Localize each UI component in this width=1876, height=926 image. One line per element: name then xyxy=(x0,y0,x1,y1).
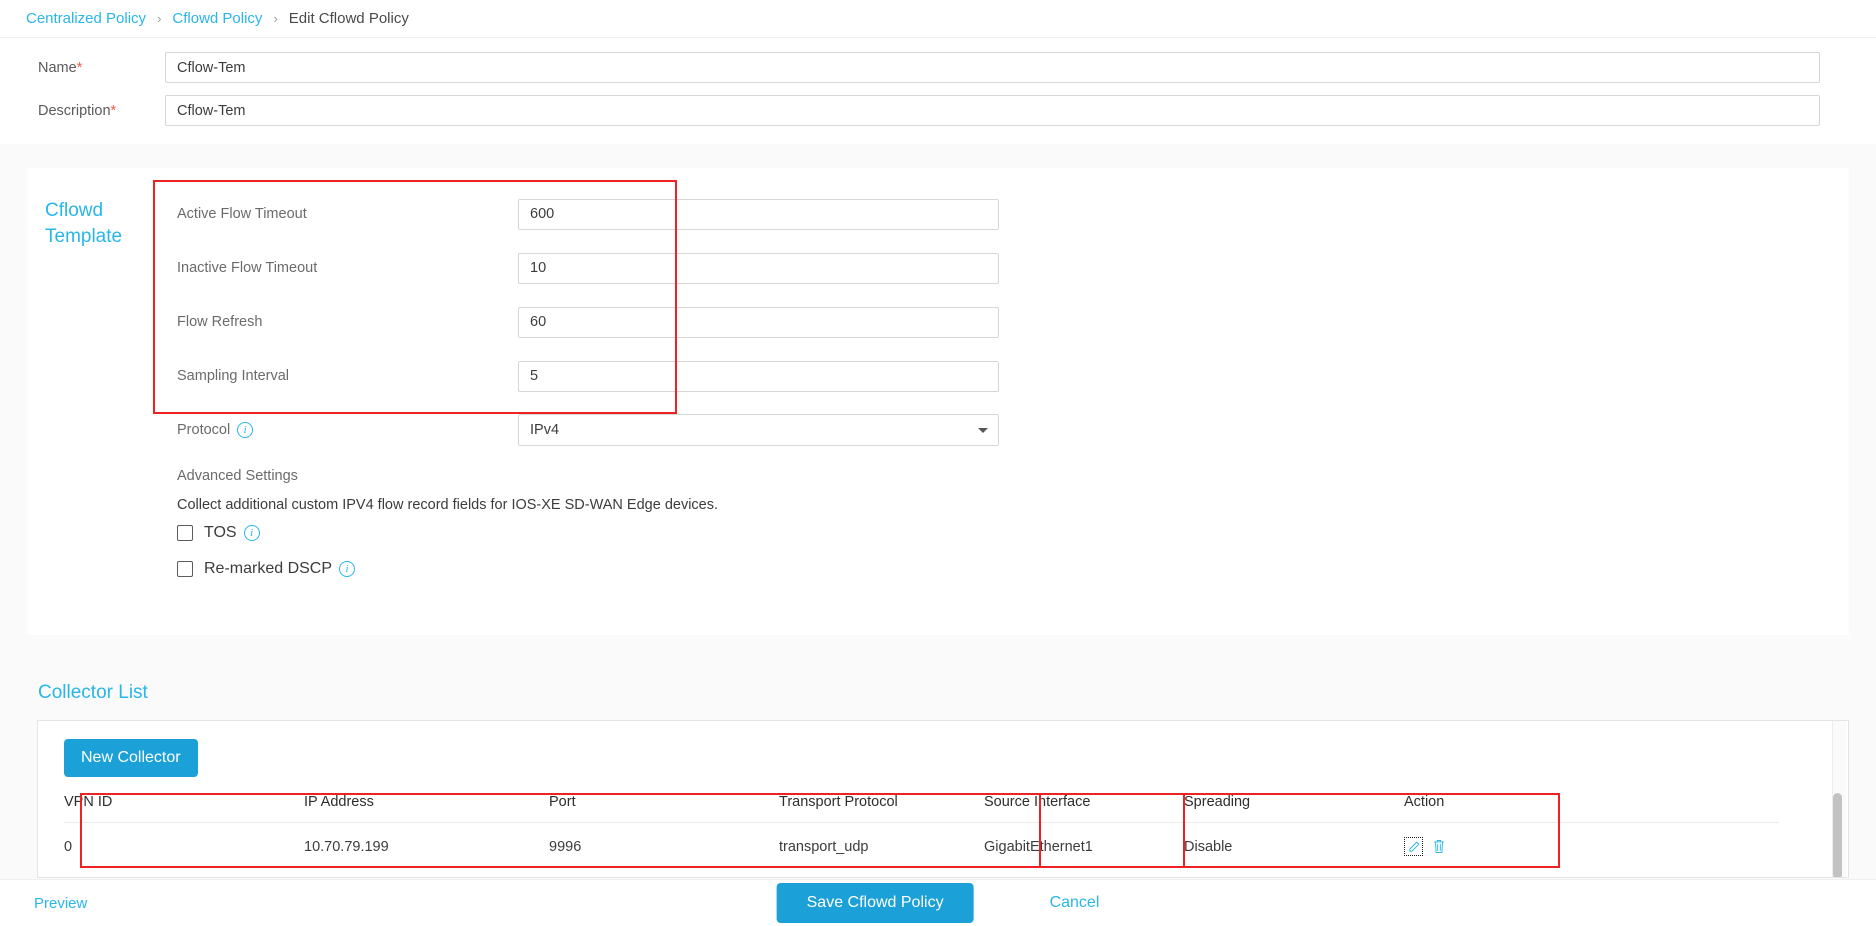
table-row: 0 10.70.79.199 9996 transport_udp Gigabi… xyxy=(64,823,1779,871)
flow-refresh-input[interactable] xyxy=(518,307,999,338)
section-gap xyxy=(0,144,1876,168)
info-icon[interactable]: i xyxy=(339,561,355,577)
tos-label-text: TOS xyxy=(204,524,237,542)
column-header-port: Port xyxy=(549,790,779,823)
sampling-interval-row: Sampling Interval xyxy=(177,360,1849,392)
inactive-flow-timeout-label: Inactive Flow Timeout xyxy=(177,260,518,276)
advanced-settings-title: Advanced Settings xyxy=(177,468,1849,484)
breadcrumb: Centralized Policy › Cflowd Policy › Edi… xyxy=(0,0,1876,38)
sampling-interval-label: Sampling Interval xyxy=(177,368,518,384)
cell-ip-address: 10.70.79.199 xyxy=(304,823,549,871)
protocol-row: Protocol i IPv4IPv6Both xyxy=(177,414,1849,446)
tos-checkbox-row: TOS i xyxy=(177,519,1849,547)
policy-meta-fields: Name* Description* xyxy=(0,38,1876,144)
breadcrumb-item-cflowd-policy[interactable]: Cflowd Policy xyxy=(172,10,262,27)
new-collector-button[interactable]: New Collector xyxy=(64,739,198,777)
cell-port: 9996 xyxy=(549,823,779,871)
remarked-dscp-checkbox-row: Re-marked DSCP i xyxy=(177,555,1849,583)
tos-checkbox[interactable] xyxy=(177,525,193,541)
chevron-right-icon: › xyxy=(273,11,277,26)
name-field-row: Name* xyxy=(0,52,1876,83)
collector-list-section: Collector List New Collector VPN ID IP A… xyxy=(0,635,1876,878)
name-required-mark: * xyxy=(77,60,83,76)
breadcrumb-item-centralized-policy[interactable]: Centralized Policy xyxy=(26,10,146,27)
protocol-select[interactable]: IPv4IPv6Both xyxy=(518,414,999,446)
active-flow-timeout-row: Active Flow Timeout xyxy=(177,198,1849,230)
breadcrumb-item-edit-cflowd-policy: Edit Cflowd Policy xyxy=(289,10,409,27)
edit-icon[interactable] xyxy=(1404,837,1423,856)
cell-source-interface: GigabitEthernet1 xyxy=(984,823,1184,871)
remarked-dscp-label: Re-marked DSCP i xyxy=(204,560,355,578)
table-header-row: VPN ID IP Address Port Transport Protoco… xyxy=(64,790,1779,823)
name-label: Name* xyxy=(0,60,165,76)
collector-scrollbar-thumb[interactable] xyxy=(1833,793,1842,878)
cell-transport-protocol: transport_udp xyxy=(779,823,984,871)
advanced-settings-description: Collect additional custom IPV4 flow reco… xyxy=(177,497,1849,513)
column-header-action: Action xyxy=(1404,790,1779,823)
protocol-label-text: Protocol xyxy=(177,422,230,438)
description-required-mark: * xyxy=(111,103,117,119)
description-field-row: Description* xyxy=(0,95,1876,126)
tos-label: TOS i xyxy=(204,524,260,542)
column-header-ip-address: IP Address xyxy=(304,790,549,823)
collector-table: VPN ID IP Address Port Transport Protoco… xyxy=(64,790,1779,870)
chevron-right-icon: › xyxy=(157,11,161,26)
trash-icon[interactable] xyxy=(1432,839,1446,854)
active-flow-timeout-input[interactable] xyxy=(518,199,999,230)
column-header-spreading: Spreading xyxy=(1184,790,1404,823)
cell-vpn-id: 0 xyxy=(64,823,304,871)
protocol-label: Protocol i xyxy=(177,422,518,438)
name-label-text: Name xyxy=(38,60,77,76)
remarked-dscp-label-text: Re-marked DSCP xyxy=(204,560,332,578)
inactive-flow-timeout-row: Inactive Flow Timeout xyxy=(177,252,1849,284)
protocol-select-wrapper: IPv4IPv6Both xyxy=(518,414,999,446)
cell-spreading: Disable xyxy=(1184,823,1404,871)
flow-refresh-label: Flow Refresh xyxy=(177,314,518,330)
preview-link[interactable]: Preview xyxy=(0,895,87,912)
description-input[interactable] xyxy=(165,95,1820,126)
column-header-vpn-id: VPN ID xyxy=(64,790,304,823)
sampling-interval-input[interactable] xyxy=(518,361,999,392)
footer-actions: Save Cflowd Policy Cancel xyxy=(777,883,1100,923)
info-icon[interactable]: i xyxy=(244,525,260,541)
collector-scrollbar-track[interactable] xyxy=(1832,721,1846,877)
collector-list-title: Collector List xyxy=(0,682,1876,704)
info-icon[interactable]: i xyxy=(237,422,253,438)
cflowd-template-title: Cflowd Template xyxy=(27,198,177,591)
footer-bar: Preview Save Cflowd Policy Cancel xyxy=(0,879,1876,926)
description-label-text: Description xyxy=(38,103,111,119)
active-flow-timeout-label: Active Flow Timeout xyxy=(177,206,518,222)
cell-action xyxy=(1404,823,1779,871)
column-header-source-interface: Source Interface xyxy=(984,790,1184,823)
collector-list-card: New Collector VPN ID IP Address Port Tra… xyxy=(37,720,1849,878)
cflowd-template-card: Cflowd Template Active Flow Timeout Inac… xyxy=(27,168,1849,635)
remarked-dscp-checkbox[interactable] xyxy=(177,561,193,577)
save-cflowd-policy-button[interactable]: Save Cflowd Policy xyxy=(777,883,974,923)
description-label: Description* xyxy=(0,103,165,119)
cflowd-template-body: Active Flow Timeout Inactive Flow Timeou… xyxy=(177,198,1849,591)
flow-refresh-row: Flow Refresh xyxy=(177,306,1849,338)
cancel-link[interactable]: Cancel xyxy=(1050,894,1100,912)
inactive-flow-timeout-input[interactable] xyxy=(518,253,999,284)
column-header-transport-protocol: Transport Protocol xyxy=(779,790,984,823)
name-input[interactable] xyxy=(165,52,1820,83)
